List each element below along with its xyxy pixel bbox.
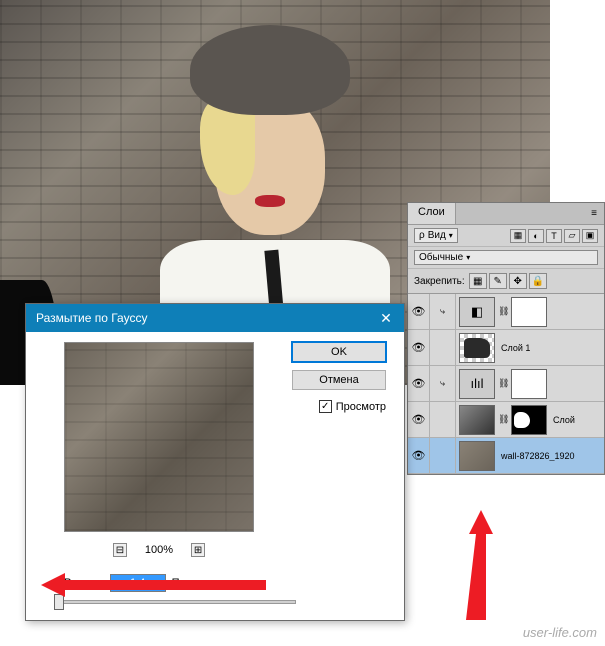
- visibility-toggle[interactable]: 👁: [408, 294, 430, 329]
- layer-spacer: ⤷: [430, 366, 456, 401]
- layer-row-layer1[interactable]: 👁 Слой 1: [408, 330, 604, 366]
- layer-row-adjustment-2[interactable]: 👁 ⤷ ılıl ⛓: [408, 366, 604, 402]
- layer-name[interactable]: wall-872826_1920: [498, 451, 575, 461]
- cancel-button[interactable]: Отмена: [292, 370, 386, 390]
- layer-thumb: [459, 333, 495, 363]
- layer-spacer: [430, 330, 456, 365]
- radius-label: Радиус:: [64, 577, 104, 589]
- layer-thumb: [459, 405, 495, 435]
- lock-pixels-icon[interactable]: ▦: [469, 273, 487, 289]
- filter-text-icon[interactable]: T: [546, 229, 562, 243]
- link-icon: ⛓: [498, 306, 508, 317]
- ok-button[interactable]: OK: [292, 342, 386, 362]
- layer-kind-dropdown[interactable]: ρВид: [414, 228, 458, 243]
- radius-slider-thumb[interactable]: [54, 594, 64, 610]
- lock-brush-icon[interactable]: ✎: [489, 273, 507, 289]
- visibility-toggle[interactable]: 👁: [408, 438, 430, 473]
- panel-menu-button[interactable]: ≡: [584, 203, 604, 224]
- dialog-title: Размытие по Гауссу: [36, 311, 147, 325]
- filter-smart-icon[interactable]: ▣: [582, 229, 598, 243]
- preview-checkbox-row[interactable]: ✓ Просмотр: [319, 400, 386, 413]
- layer-name[interactable]: Слой: [550, 415, 575, 425]
- radius-slider-track[interactable]: [56, 600, 296, 604]
- lock-label: Закрепить:: [414, 276, 465, 287]
- adjustment-thumb: ılıl: [459, 369, 495, 399]
- adjustment-thumb: ◧: [459, 297, 495, 327]
- filter-adj-icon[interactable]: ◐: [528, 229, 544, 243]
- layer-mask-thumb: [511, 369, 547, 399]
- layers-panel: Слои ≡ ρВид ▦ ◐ T ▱ ▣ Обычные Закрепить:…: [407, 202, 605, 475]
- tab-layers[interactable]: Слои: [408, 203, 456, 224]
- layer-filter-row: ρВид ▦ ◐ T ▱ ▣: [408, 225, 604, 247]
- lock-all-icon[interactable]: 🔒: [529, 273, 547, 289]
- layer-spacer: [430, 402, 456, 437]
- preview-checkbox[interactable]: ✓: [319, 400, 332, 413]
- gaussian-blur-dialog: Размытие по Гауссу ✕ ⊟ 100% ⊞ OK Отмена …: [25, 303, 405, 621]
- panel-tabs: Слои ≡: [408, 203, 604, 225]
- zoom-out-button[interactable]: ⊟: [113, 543, 127, 557]
- person-lips: [255, 195, 285, 207]
- close-icon[interactable]: ✕: [374, 308, 398, 328]
- zoom-level: 100%: [145, 544, 173, 556]
- link-icon: ⛓: [498, 378, 508, 389]
- blend-mode-dropdown[interactable]: Обычные: [414, 250, 598, 265]
- preview-brick: [65, 343, 253, 531]
- person-hat: [190, 25, 350, 115]
- layer-spacer: ⤷: [430, 294, 456, 329]
- radius-unit: Пикселы: [172, 577, 217, 589]
- radius-row: Радиус: Пикселы: [64, 574, 216, 592]
- filter-image-icon[interactable]: ▦: [510, 229, 526, 243]
- lock-row: Закрепить: ▦ ✎ ✥ 🔒: [408, 269, 604, 294]
- dialog-titlebar[interactable]: Размытие по Гауссу ✕: [26, 304, 404, 332]
- visibility-toggle[interactable]: 👁: [408, 402, 430, 437]
- layer-row-wall[interactable]: 👁 wall-872826_1920: [408, 438, 604, 474]
- preview-image[interactable]: [64, 342, 254, 532]
- layer-row-bw[interactable]: 👁 ⛓ Слой: [408, 402, 604, 438]
- filter-shape-icon[interactable]: ▱: [564, 229, 580, 243]
- visibility-toggle[interactable]: 👁: [408, 366, 430, 401]
- layer-thumb: [459, 441, 495, 471]
- layer-row-adjustment-1[interactable]: 👁 ⤷ ◧ ⛓: [408, 294, 604, 330]
- zoom-in-button[interactable]: ⊞: [191, 543, 205, 557]
- layer-name[interactable]: Слой 1: [498, 343, 530, 353]
- dialog-body: ⊟ 100% ⊞ OK Отмена ✓ Просмотр Радиус: Пи…: [26, 332, 404, 620]
- layer-spacer: [430, 438, 456, 473]
- layer-mask-thumb: [511, 297, 547, 327]
- lock-position-icon[interactable]: ✥: [509, 273, 527, 289]
- zoom-controls: ⊟ 100% ⊞: [64, 540, 254, 560]
- layers-list: 👁 ⤷ ◧ ⛓ 👁 Слой 1 👁 ⤷ ılıl ⛓ 👁 ⛓: [408, 294, 604, 474]
- preview-checkbox-label: Просмотр: [336, 401, 386, 413]
- radius-input[interactable]: [110, 574, 166, 592]
- link-icon: ⛓: [498, 414, 508, 425]
- visibility-toggle[interactable]: 👁: [408, 330, 430, 365]
- layer-mask-thumb: [511, 405, 547, 435]
- watermark: user-life.com: [523, 625, 597, 640]
- blend-mode-row: Обычные: [408, 247, 604, 269]
